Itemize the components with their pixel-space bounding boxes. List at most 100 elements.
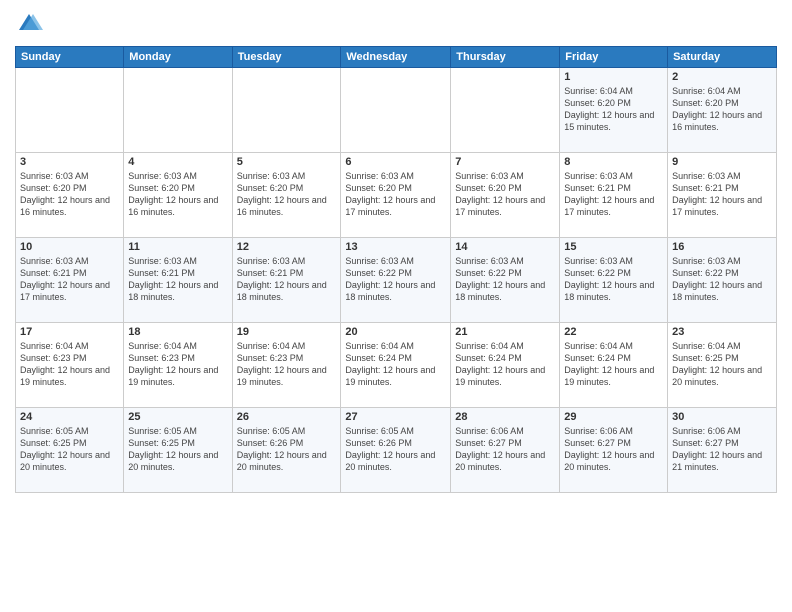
calendar-cell xyxy=(124,68,232,153)
day-number: 4 xyxy=(128,156,227,168)
calendar-cell: 29 Sunrise: 6:06 AM Sunset: 6:27 PM Dayli… xyxy=(560,408,668,493)
day-info: Sunrise: 6:03 AM Sunset: 6:22 PM Dayligh… xyxy=(672,255,772,304)
week-row-4: 17 Sunrise: 6:04 AM Sunset: 6:23 PM Dayli… xyxy=(16,323,777,408)
calendar-cell: 4 Sunrise: 6:03 AM Sunset: 6:20 PM Daylig… xyxy=(124,153,232,238)
calendar-cell: 23 Sunrise: 6:04 AM Sunset: 6:25 PM Dayli… xyxy=(668,323,777,408)
day-info: Sunrise: 6:04 AM Sunset: 6:23 PM Dayligh… xyxy=(237,340,337,389)
day-number: 18 xyxy=(128,326,227,338)
calendar-cell: 1 Sunrise: 6:04 AM Sunset: 6:20 PM Daylig… xyxy=(560,68,668,153)
day-number: 11 xyxy=(128,241,227,253)
calendar-cell: 24 Sunrise: 6:05 AM Sunset: 6:25 PM Dayli… xyxy=(16,408,124,493)
day-info: Sunrise: 6:03 AM Sunset: 6:22 PM Dayligh… xyxy=(455,255,555,304)
calendar-cell xyxy=(451,68,560,153)
day-info: Sunrise: 6:03 AM Sunset: 6:21 PM Dayligh… xyxy=(672,170,772,219)
day-info: Sunrise: 6:05 AM Sunset: 6:25 PM Dayligh… xyxy=(128,425,227,474)
day-info: Sunrise: 6:06 AM Sunset: 6:27 PM Dayligh… xyxy=(564,425,663,474)
calendar-cell xyxy=(232,68,341,153)
calendar-cell: 25 Sunrise: 6:05 AM Sunset: 6:25 PM Dayli… xyxy=(124,408,232,493)
page: SundayMondayTuesdayWednesdayThursdayFrid… xyxy=(0,0,792,612)
day-number: 15 xyxy=(564,241,663,253)
calendar-cell: 18Sunrise: 6:04 AM Sunset: 6:23 PM Dayli… xyxy=(124,323,232,408)
day-number: 23 xyxy=(672,326,772,338)
logo xyxy=(15,10,47,38)
day-info: Sunrise: 6:04 AM Sunset: 6:20 PM Dayligh… xyxy=(672,85,772,134)
calendar-cell: 12 Sunrise: 6:03 AM Sunset: 6:21 PM Dayli… xyxy=(232,238,341,323)
calendar-cell: 14 Sunrise: 6:03 AM Sunset: 6:22 PM Dayli… xyxy=(451,238,560,323)
calendar-cell: 2 Sunrise: 6:04 AM Sunset: 6:20 PM Daylig… xyxy=(668,68,777,153)
day-number: 12 xyxy=(237,241,337,253)
day-info: Sunrise: 6:03 AM Sunset: 6:22 PM Dayligh… xyxy=(345,255,446,304)
day-info: Sunrise: 6:03 AM Sunset: 6:21 PM Dayligh… xyxy=(237,255,337,304)
day-number: 24 xyxy=(20,411,119,423)
day-info: Sunrise: 6:03 AM Sunset: 6:20 PM Dayligh… xyxy=(345,170,446,219)
calendar-cell: 3 Sunrise: 6:03 AM Sunset: 6:20 PM Daylig… xyxy=(16,153,124,238)
day-number: 29 xyxy=(564,411,663,423)
day-number: 10 xyxy=(20,241,119,253)
calendar-cell: 6 Sunrise: 6:03 AM Sunset: 6:20 PM Daylig… xyxy=(341,153,451,238)
day-info: Sunrise: 6:04 AM Sunset: 6:25 PM Dayligh… xyxy=(672,340,772,389)
calendar-cell xyxy=(341,68,451,153)
day-number: 3 xyxy=(20,156,119,168)
calendar-cell: 21Sunrise: 6:04 AM Sunset: 6:24 PM Dayli… xyxy=(451,323,560,408)
day-info: Sunrise: 6:03 AM Sunset: 6:20 PM Dayligh… xyxy=(455,170,555,219)
calendar-cell: 9 Sunrise: 6:03 AM Sunset: 6:21 PM Daylig… xyxy=(668,153,777,238)
day-number: 6 xyxy=(345,156,446,168)
day-info: Sunrise: 6:03 AM Sunset: 6:20 PM Dayligh… xyxy=(20,170,119,219)
day-number: 27 xyxy=(345,411,446,423)
day-info: Sunrise: 6:03 AM Sunset: 6:22 PM Dayligh… xyxy=(564,255,663,304)
week-row-3: 10 Sunrise: 6:03 AM Sunset: 6:21 PM Dayli… xyxy=(16,238,777,323)
calendar-cell: 10 Sunrise: 6:03 AM Sunset: 6:21 PM Dayli… xyxy=(16,238,124,323)
calendar-cell: 15 Sunrise: 6:03 AM Sunset: 6:22 PM Dayli… xyxy=(560,238,668,323)
calendar-cell: 28 Sunrise: 6:06 AM Sunset: 6:27 PM Dayli… xyxy=(451,408,560,493)
day-info: Sunrise: 6:06 AM Sunset: 6:27 PM Dayligh… xyxy=(672,425,772,474)
day-number: 30 xyxy=(672,411,772,423)
weekday-header-thursday: Thursday xyxy=(451,47,560,68)
day-info: Sunrise: 6:04 AM Sunset: 6:20 PM Dayligh… xyxy=(564,85,663,134)
weekday-header-row: SundayMondayTuesdayWednesdayThursdayFrid… xyxy=(16,47,777,68)
day-info: Sunrise: 6:04 AM Sunset: 6:24 PM Dayligh… xyxy=(345,340,446,389)
day-number: 5 xyxy=(237,156,337,168)
weekday-header-wednesday: Wednesday xyxy=(341,47,451,68)
weekday-header-tuesday: Tuesday xyxy=(232,47,341,68)
day-number: 25 xyxy=(128,411,227,423)
weekday-header-sunday: Sunday xyxy=(16,47,124,68)
day-number: 22 xyxy=(564,326,663,338)
day-info: Sunrise: 6:03 AM Sunset: 6:21 PM Dayligh… xyxy=(20,255,119,304)
day-info: Sunrise: 6:04 AM Sunset: 6:23 PM Dayligh… xyxy=(20,340,119,389)
calendar-cell: 26Sunrise: 6:05 AM Sunset: 6:26 PM Dayli… xyxy=(232,408,341,493)
week-row-2: 3 Sunrise: 6:03 AM Sunset: 6:20 PM Daylig… xyxy=(16,153,777,238)
day-number: 17 xyxy=(20,326,119,338)
logo-icon xyxy=(15,10,43,38)
weekday-header-saturday: Saturday xyxy=(668,47,777,68)
day-info: Sunrise: 6:03 AM Sunset: 6:20 PM Dayligh… xyxy=(128,170,227,219)
calendar-table: SundayMondayTuesdayWednesdayThursdayFrid… xyxy=(15,46,777,493)
day-info: Sunrise: 6:03 AM Sunset: 6:20 PM Dayligh… xyxy=(237,170,337,219)
day-info: Sunrise: 6:04 AM Sunset: 6:24 PM Dayligh… xyxy=(455,340,555,389)
day-info: Sunrise: 6:04 AM Sunset: 6:24 PM Dayligh… xyxy=(564,340,663,389)
calendar-cell: 7 Sunrise: 6:03 AM Sunset: 6:20 PM Daylig… xyxy=(451,153,560,238)
day-number: 2 xyxy=(672,71,772,83)
week-row-1: 1 Sunrise: 6:04 AM Sunset: 6:20 PM Daylig… xyxy=(16,68,777,153)
day-number: 1 xyxy=(564,71,663,83)
calendar-cell: 11Sunrise: 6:03 AM Sunset: 6:21 PM Dayli… xyxy=(124,238,232,323)
day-info: Sunrise: 6:05 AM Sunset: 6:26 PM Dayligh… xyxy=(345,425,446,474)
calendar-cell: 19 Sunrise: 6:04 AM Sunset: 6:23 PM Dayli… xyxy=(232,323,341,408)
calendar-cell: 13 Sunrise: 6:03 AM Sunset: 6:22 PM Dayli… xyxy=(341,238,451,323)
day-number: 28 xyxy=(455,411,555,423)
day-number: 26 xyxy=(237,411,337,423)
calendar-cell: 27 Sunrise: 6:05 AM Sunset: 6:26 PM Dayli… xyxy=(341,408,451,493)
calendar-cell: 16 Sunrise: 6:03 AM Sunset: 6:22 PM Dayli… xyxy=(668,238,777,323)
calendar-cell: 17 Sunrise: 6:04 AM Sunset: 6:23 PM Dayli… xyxy=(16,323,124,408)
day-number: 9 xyxy=(672,156,772,168)
calendar-cell: 22 Sunrise: 6:04 AM Sunset: 6:24 PM Dayli… xyxy=(560,323,668,408)
day-info: Sunrise: 6:05 AM Sunset: 6:25 PM Dayligh… xyxy=(20,425,119,474)
day-number: 14 xyxy=(455,241,555,253)
calendar-cell: 5 Sunrise: 6:03 AM Sunset: 6:20 PM Daylig… xyxy=(232,153,341,238)
day-number: 7 xyxy=(455,156,555,168)
weekday-header-monday: Monday xyxy=(124,47,232,68)
day-number: 16 xyxy=(672,241,772,253)
day-number: 13 xyxy=(345,241,446,253)
day-number: 19 xyxy=(237,326,337,338)
day-info: Sunrise: 6:06 AM Sunset: 6:27 PM Dayligh… xyxy=(455,425,555,474)
week-row-5: 24 Sunrise: 6:05 AM Sunset: 6:25 PM Dayli… xyxy=(16,408,777,493)
